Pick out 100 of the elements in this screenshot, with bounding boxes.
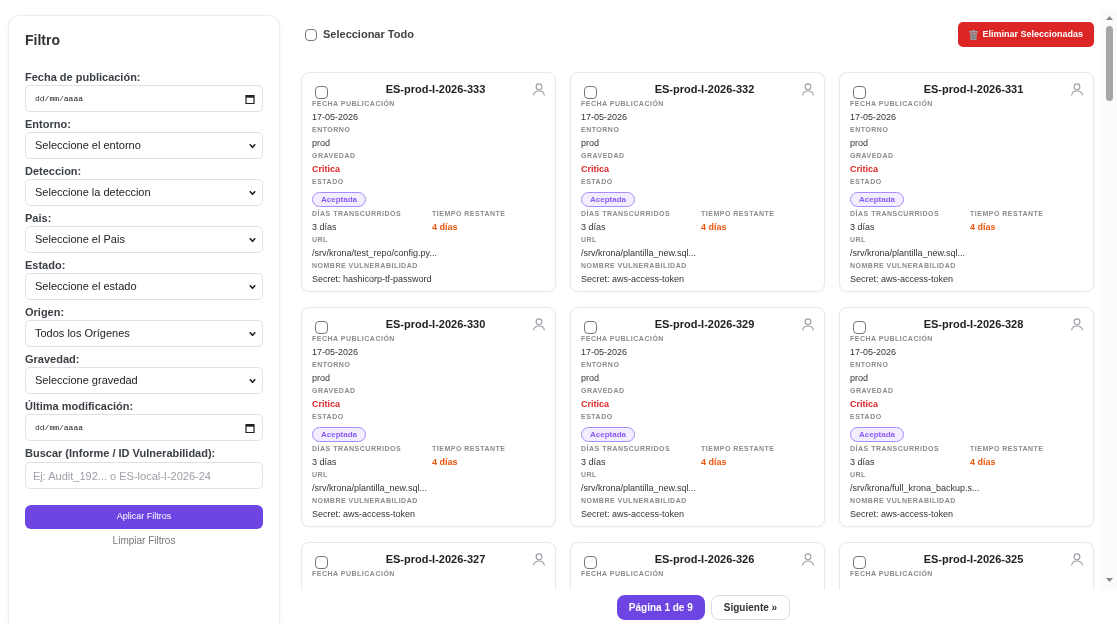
card-title: ES-prod-I-2026-328 [922,316,1025,332]
person-icon [533,82,545,96]
dropdown[interactable]: Seleccione el entorno [25,132,263,159]
checkbox[interactable] [853,555,866,569]
field-value: 17-05-2026 [581,111,629,124]
field-label: Origen: [25,305,66,319]
field-value: prod [850,372,869,385]
field-value: 3 días [312,221,338,234]
field-value: Secret: aws-access-token [581,273,686,286]
severity-value: Critica [850,398,879,411]
clear-filters-link[interactable]: Limpiar Filtros [112,535,176,547]
apply-filters-button[interactable]: Aplicar Filtros [25,505,263,529]
person-icon [1071,552,1083,566]
card-title: ES-prod-I-2026-333 [384,81,487,97]
field-value: 17-05-2026 [850,111,898,124]
checkbox[interactable] [584,555,597,569]
trash-icon [969,29,979,40]
dropdown[interactable]: Seleccione la deteccion [25,179,263,206]
field-value: prod [312,137,331,150]
chevron-down-icon [249,284,256,289]
field-value: /srv/krona/plantilla_new.sql... [850,247,967,260]
search-input[interactable]: Ej: Audit_192... o ES-local-I-2026-24 [25,462,263,489]
field-label: Pais: [25,211,53,225]
severity-value: Critica [850,163,879,176]
checkbox[interactable] [315,555,328,569]
chevron-down-icon [249,190,256,195]
chevron-down-icon [249,331,256,336]
field-label: Estado: [25,258,67,272]
field-value: prod [850,137,869,150]
field-value: /srv/krona/plantilla_new.sql... [581,482,698,495]
checkbox[interactable] [315,85,328,99]
field-value: /srv/krona/full_krona_backup.s... [850,482,981,495]
field-value: 3 días [850,456,876,469]
dropdown[interactable]: Seleccione el estado [25,273,263,300]
field-label: Última modificación: [25,399,135,413]
delete-selected-button[interactable]: Eliminar Seleccionadas [958,22,1094,47]
checkbox[interactable] [305,28,317,41]
page-indicator-button[interactable]: Página 1 de 9 [616,594,705,620]
person-icon [1071,317,1083,331]
field-value: 17-05-2026 [581,346,629,359]
field-value: Secret: aws-access-token [850,273,955,286]
checkbox[interactable] [853,320,866,334]
next-page-button[interactable]: Siguiente » [710,594,791,620]
status-badge: Aceptada [312,427,366,442]
date-input[interactable]: dd/mm/aaaa [25,85,263,112]
dropdown[interactable]: Seleccione gravedad [25,367,263,394]
card-title: ES-prod-I-2026-329 [653,316,756,332]
card-title: ES-prod-I-2026-326 [653,551,756,567]
dropdown[interactable]: Todos los Orígenes [25,320,263,347]
remaining-time-value: 4 días [970,221,997,234]
scrollbar-thumb[interactable] [1105,26,1113,101]
checkbox[interactable] [584,85,597,99]
scroll-up-arrow-icon[interactable] [1105,16,1113,20]
calendar-icon[interactable] [245,422,255,433]
date-input[interactable]: dd/mm/aaaa [25,414,263,441]
severity-value: Critica [312,163,341,176]
field-value: Secret: hashicorp-tf-password [312,273,433,286]
field-value: prod [312,372,331,385]
checkbox[interactable] [584,320,597,334]
checkbox[interactable] [853,85,866,99]
field-value: 3 días [581,221,607,234]
severity-value: Critica [581,163,610,176]
card-title: ES-prod-I-2026-327 [384,551,487,567]
status-badge: Aceptada [850,192,904,207]
field-value: 3 días [850,221,876,234]
status-badge: Aceptada [850,427,904,442]
status-badge: Aceptada [581,427,635,442]
field-value: 3 días [312,456,338,469]
field-value: 17-05-2026 [312,111,360,124]
person-icon [533,552,545,566]
field-value: /srv/krona/plantilla_new.sql... [312,482,429,495]
field-value: /srv/krona/test_repo/config.py... [312,247,438,260]
field-label: Buscar (Informe / ID Vulnerabilidad): [25,446,217,460]
person-icon [802,82,814,96]
person-icon [802,317,814,331]
field-label: Gravedad: [25,352,81,366]
person-icon [1071,82,1083,96]
scrollbar[interactable] [1101,10,1117,590]
calendar-icon[interactable] [245,93,255,104]
remaining-time-value: 4 días [432,456,459,469]
checkbox[interactable] [315,320,328,334]
person-icon [802,552,814,566]
dropdown[interactable]: Seleccione el Pais [25,226,263,253]
chevron-down-icon [249,378,256,383]
scroll-down-arrow-icon[interactable] [1105,578,1113,582]
severity-value: Critica [581,398,610,411]
field-value: Secret: aws-access-token [312,508,417,521]
field-value: 17-05-2026 [312,346,360,359]
remaining-time-value: 4 días [970,456,997,469]
chevron-down-icon [249,143,256,148]
severity-value: Critica [312,398,341,411]
status-badge: Aceptada [581,192,635,207]
remaining-time-value: 4 días [701,456,728,469]
chevron-down-icon [249,237,256,242]
card-title: ES-prod-I-2026-331 [922,81,1025,97]
card-title: ES-prod-I-2026-332 [653,81,756,97]
field-value: prod [581,137,600,150]
select-all-label[interactable]: Seleccionar Todo [323,26,414,43]
panel-title: Filtro [25,32,61,48]
field-value: Secret: aws-access-token [581,508,686,521]
